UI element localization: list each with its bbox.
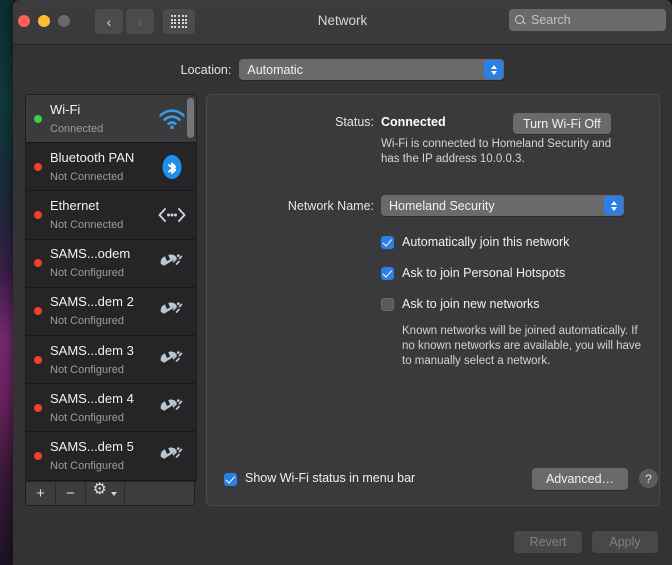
auto-join-network-checkbox[interactable]: Automatically join this network — [381, 235, 651, 250]
list-item[interactable]: Wi-Fi Connected — [26, 95, 196, 144]
list-item[interactable]: SAMS...dem 3 Not Configured — [26, 336, 196, 385]
status-label: Status: — [335, 115, 374, 129]
advanced-button[interactable]: Advanced… — [532, 468, 628, 490]
network-name-label: Network Name: — [287, 198, 374, 213]
screen: ‹ › Network Search Location: Automatic W… — [0, 0, 672, 565]
ask-join-new-networks-label: Ask to join new networks — [402, 297, 540, 311]
remove-service-button[interactable]: − — [56, 482, 86, 505]
chevron-updown-icon — [484, 60, 504, 79]
list-item-status: Not Configured — [50, 267, 124, 280]
network-name-row: Network Name: Homeland Security — [207, 195, 659, 216]
wifi-options: Automatically join this network Ask to j… — [381, 235, 651, 369]
list-item[interactable]: SAMS...dem 5 Not Configured — [26, 432, 196, 481]
list-item-title: SAMS...dem 5 — [50, 438, 134, 454]
status-dot — [34, 307, 42, 316]
wifi-settings-panel: Status: Connected Turn Wi-Fi Off Wi-Fi i… — [206, 94, 660, 506]
window-body: Location: Automatic Wi-Fi Connected Blue… — [13, 45, 672, 565]
modem-icon — [154, 390, 190, 426]
status-dot — [34, 355, 42, 364]
ask-join-new-networks-checkbox[interactable]: Ask to join new networks — [381, 297, 651, 312]
list-item-status: Not Configured — [50, 315, 124, 328]
status-dot — [34, 210, 42, 219]
turn-wifi-off-button[interactable]: Turn Wi-Fi Off — [513, 113, 611, 134]
show-wifi-status-label: Show Wi-Fi status in menu bar — [245, 471, 416, 485]
checkbox-checked-icon — [381, 267, 394, 280]
ask-join-hotspots-label: Ask to join Personal Hotspots — [402, 266, 566, 280]
revert-button[interactable]: Revert — [514, 531, 582, 553]
list-item-status: Not Configured — [50, 411, 124, 424]
bluetooth-icon — [154, 149, 190, 185]
status-dot — [34, 451, 42, 460]
service-actions-button[interactable] — [86, 482, 125, 505]
list-item-title: Ethernet — [50, 197, 100, 213]
checkbox-checked-icon — [381, 236, 394, 249]
list-item[interactable]: SAMS...dem 4 Not Configured — [26, 384, 196, 433]
sidebar-toolbar: + − — [25, 482, 195, 506]
chevron-down-icon — [110, 491, 117, 496]
status-dot — [34, 403, 42, 412]
list-item-status: Not Configured — [50, 363, 124, 376]
add-service-button[interactable]: + — [26, 482, 56, 505]
search-icon — [515, 14, 526, 26]
scrollbar-thumb[interactable] — [187, 98, 194, 138]
list-item-title: SAMS...dem 4 — [50, 390, 134, 406]
list-item[interactable]: Ethernet Not Connected — [26, 191, 196, 240]
auto-join-network-label: Automatically join this network — [402, 235, 570, 249]
location-select[interactable]: Automatic — [239, 59, 505, 80]
list-item-title: SAMS...odem — [50, 246, 131, 262]
help-button[interactable]: ? — [639, 469, 658, 488]
network-name-select[interactable]: Homeland Security — [381, 195, 624, 216]
list-item[interactable]: SAMS...odem Not Configured — [26, 240, 196, 288]
list-item[interactable]: Bluetooth PAN Not Connected — [26, 143, 196, 192]
list-item[interactable]: SAMS...dem 2 Not Configured — [26, 288, 196, 336]
list-item-title: SAMS...dem 3 — [50, 342, 134, 358]
search-field[interactable]: Search — [509, 9, 666, 31]
show-wifi-status-checkbox[interactable]: Show Wi-Fi status in menu bar — [224, 471, 415, 486]
checkbox-checked-icon — [224, 472, 237, 486]
status-description: Wi-Fi is connected to Homeland Security … — [381, 138, 612, 165]
modem-icon — [154, 245, 190, 281]
network-preferences-window: ‹ › Network Search Location: Automatic W… — [13, 0, 672, 565]
desktop-background — [0, 0, 13, 565]
gear-icon — [93, 482, 107, 500]
networks-help-text: Known networks will be joined automatica… — [402, 325, 642, 367]
list-item-status: Not Configured — [50, 459, 124, 472]
location-label: Location: — [180, 62, 232, 77]
search-placeholder: Search — [531, 13, 571, 27]
list-item-title: Wi-Fi — [50, 101, 81, 117]
status-dot — [34, 114, 42, 123]
list-item-status: Connected — [50, 122, 104, 135]
list-item-title: Bluetooth PAN — [50, 149, 135, 165]
sidebar-scrollbar[interactable] — [187, 98, 194, 478]
status-value: Connected — [381, 115, 446, 129]
location-row: Location: Automatic — [13, 59, 672, 80]
apply-button[interactable]: Apply — [592, 531, 658, 553]
wifi-icon — [154, 101, 190, 137]
location-value: Automatic — [247, 62, 303, 77]
checkbox-unchecked-icon — [381, 298, 394, 311]
chevron-updown-icon — [604, 196, 623, 215]
window-titlebar: ‹ › Network Search — [13, 0, 672, 45]
list-item-title: SAMS...dem 2 — [50, 294, 134, 310]
panel-footer: Show Wi-Fi status in menu bar Advanced… … — [207, 467, 659, 491]
modem-icon — [154, 293, 190, 329]
status-dot — [34, 259, 42, 268]
network-services-list[interactable]: Wi-Fi Connected Bluetooth PAN Not Connec… — [25, 94, 197, 483]
list-item-status: Not Connected — [50, 218, 124, 231]
ethernet-icon — [154, 197, 190, 233]
ask-join-hotspots-checkbox[interactable]: Ask to join Personal Hotspots — [381, 266, 651, 281]
modem-icon — [154, 438, 190, 474]
status-dot — [34, 162, 42, 171]
window-footer-buttons: Revert Apply — [514, 531, 658, 553]
network-name-value: Homeland Security — [389, 198, 495, 213]
modem-icon — [154, 342, 190, 378]
list-item-status: Not Connected — [50, 170, 124, 183]
